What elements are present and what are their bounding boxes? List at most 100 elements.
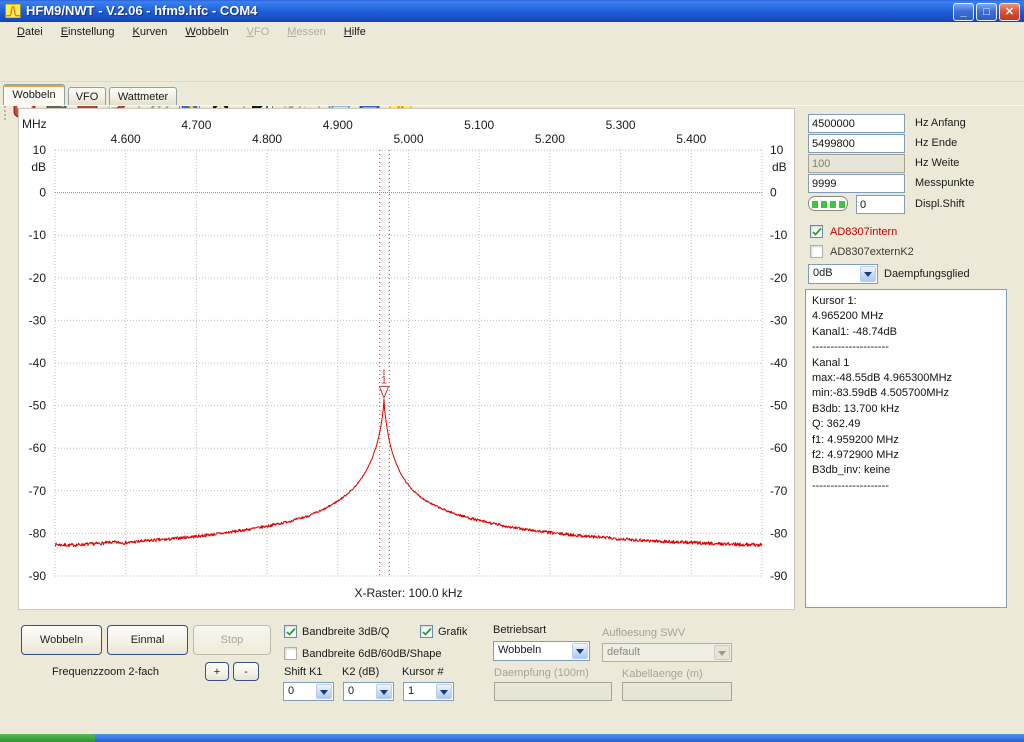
menu-einstellung[interactable]: Einstellung <box>52 22 124 44</box>
ad8307intern-label: AD8307intern <box>830 226 897 238</box>
kursor-value: 1 <box>408 685 414 697</box>
betriebsart-value: Wobbeln <box>498 644 541 656</box>
minimize-button[interactable]: _ <box>953 3 974 21</box>
menu-vfo: VFO <box>238 22 279 44</box>
svg-text:4.700: 4.700 <box>181 118 211 132</box>
kursor-select[interactable]: 1 <box>403 682 454 701</box>
betriebsart-label: Betriebsart <box>493 624 546 636</box>
taskbar[interactable] <box>0 734 1024 742</box>
svg-text:dB: dB <box>772 160 787 174</box>
svg-text:4.800: 4.800 <box>252 132 282 146</box>
aufloesung-value: default <box>607 646 640 658</box>
svg-text:-30: -30 <box>29 313 47 327</box>
tab-bar: Wobbeln VFO Wattmeter <box>0 82 1024 105</box>
bandbreite-6db-checkbox[interactable] <box>284 647 297 660</box>
menu-datei[interactable]: Datei <box>8 22 52 44</box>
tab-wobbeln[interactable]: Wobbeln <box>3 84 65 105</box>
toolbar: K1 K2 <box>0 44 1024 82</box>
svg-text:4.900: 4.900 <box>323 118 353 132</box>
svg-text:5.100: 5.100 <box>464 118 494 132</box>
chevron-down-icon[interactable] <box>436 684 452 699</box>
svg-text:dB: dB <box>31 160 46 174</box>
chevron-down-icon <box>714 645 730 660</box>
stop-button: Stop <box>193 625 271 655</box>
kabellaenge-label: Kabellaenge (m) <box>622 668 703 680</box>
frequenzzoom-label: Frequenzzoom 2-fach <box>52 666 159 678</box>
shift-k1-label: Shift K1 <box>284 666 323 678</box>
chevron-down-icon[interactable] <box>376 684 392 699</box>
bandbreite-6db-label: Bandbreite 6dB/60dB/Shape <box>302 648 441 660</box>
svg-text:-90: -90 <box>770 569 788 583</box>
ad8307intern-checkbox[interactable] <box>810 225 823 238</box>
close-button[interactable]: ✕ <box>999 3 1020 21</box>
hz-ende-input[interactable] <box>808 134 905 153</box>
svg-text:MHz: MHz <box>22 117 47 131</box>
svg-text:-50: -50 <box>29 399 47 413</box>
shift-k1-select[interactable]: 0 <box>283 682 334 701</box>
cursor-info: Kursor 1: 4.965200 MHz Kanal1: -48.74dB … <box>805 289 1007 608</box>
menu-hilfe[interactable]: Hilfe <box>335 22 375 44</box>
sweep-chart[interactable]: 1MHz4.7004.9005.1005.3004.6004.8005.0005… <box>18 108 795 610</box>
kursor-label: Kursor # <box>402 666 444 678</box>
svg-text:-60: -60 <box>29 441 47 455</box>
check-icon <box>811 226 823 238</box>
messpunkte-label: Messpunkte <box>915 177 974 189</box>
hz-ende-label: Hz Ende <box>915 137 957 149</box>
displ-shift-input[interactable] <box>856 195 905 214</box>
hz-anfang-input[interactable] <box>808 114 905 133</box>
hz-weite-label: Hz Weite <box>915 157 959 169</box>
menu-bar: Datei Einstellung Kurven Wobbeln VFO Mes… <box>0 22 1024 44</box>
zoom-plus-button[interactable]: + <box>205 662 229 681</box>
k2-db-value: 0 <box>348 685 354 697</box>
window-title: HFM9/NWT - V.2.06 - hfm9.hfc - COM4 <box>26 3 257 18</box>
svg-text:10: 10 <box>33 143 47 157</box>
menu-kurven[interactable]: Kurven <box>124 22 177 44</box>
bandbreite-3db-checkbox[interactable] <box>284 625 297 638</box>
chevron-down-icon[interactable] <box>572 643 588 659</box>
einmal-button[interactable]: Einmal <box>107 625 188 655</box>
daempfung-label: Daempfung (100m) <box>494 667 589 679</box>
ad8307externk2-label: AD8307externK2 <box>830 246 914 258</box>
k2-db-select[interactable]: 0 <box>343 682 394 701</box>
svg-text:5.000: 5.000 <box>393 132 423 146</box>
kabellaenge-input <box>622 682 732 701</box>
svg-text:-20: -20 <box>29 271 47 285</box>
cursor-marker-label: 1 <box>381 374 387 386</box>
trace-kanal1 <box>55 399 762 547</box>
menu-wobbeln[interactable]: Wobbeln <box>176 22 237 44</box>
chevron-down-icon[interactable] <box>316 684 332 699</box>
hz-anfang-label: Hz Anfang <box>915 117 966 129</box>
svg-text:0: 0 <box>39 186 46 200</box>
svg-text:-40: -40 <box>770 356 788 370</box>
aufloesung-label: Aufloesung SWV <box>602 627 685 639</box>
menu-messen: Messen <box>278 22 335 44</box>
tab-wattmeter[interactable]: Wattmeter <box>109 87 177 105</box>
svg-text:-50: -50 <box>770 399 788 413</box>
check-icon <box>285 626 297 638</box>
shift-k1-value: 0 <box>288 685 294 697</box>
start-button[interactable] <box>0 734 95 742</box>
maximize-button[interactable]: □ <box>976 3 997 21</box>
daempfung-input <box>494 682 612 701</box>
svg-text:X-Raster: 100.0 kHz: X-Raster: 100.0 kHz <box>354 586 462 600</box>
ad8307externk2-checkbox[interactable] <box>810 245 823 258</box>
grafik-checkbox[interactable] <box>420 625 433 638</box>
betriebsart-select[interactable]: Wobbeln <box>493 641 590 661</box>
sweep-chart-panel: 1MHz4.7004.9005.1005.3004.6004.8005.0005… <box>18 108 795 610</box>
daempfungsglied-select[interactable]: 0dB <box>808 264 878 284</box>
cursor-marker <box>379 386 388 398</box>
svg-text:5.200: 5.200 <box>535 132 565 146</box>
chevron-down-icon[interactable] <box>860 266 876 282</box>
svg-text:-10: -10 <box>29 228 47 242</box>
messpunkte-input[interactable] <box>808 174 905 193</box>
svg-text:10: 10 <box>770 143 784 157</box>
zoom-minus-button[interactable]: - <box>233 662 259 681</box>
svg-text:5.400: 5.400 <box>676 132 706 146</box>
app-icon <box>5 3 21 19</box>
svg-text:-30: -30 <box>770 313 788 327</box>
svg-text:-60: -60 <box>770 441 788 455</box>
tab-vfo[interactable]: VFO <box>68 87 106 105</box>
pane-divider <box>0 105 1024 106</box>
wobbeln-button[interactable]: Wobbeln <box>21 625 102 655</box>
svg-text:-80: -80 <box>770 526 788 540</box>
